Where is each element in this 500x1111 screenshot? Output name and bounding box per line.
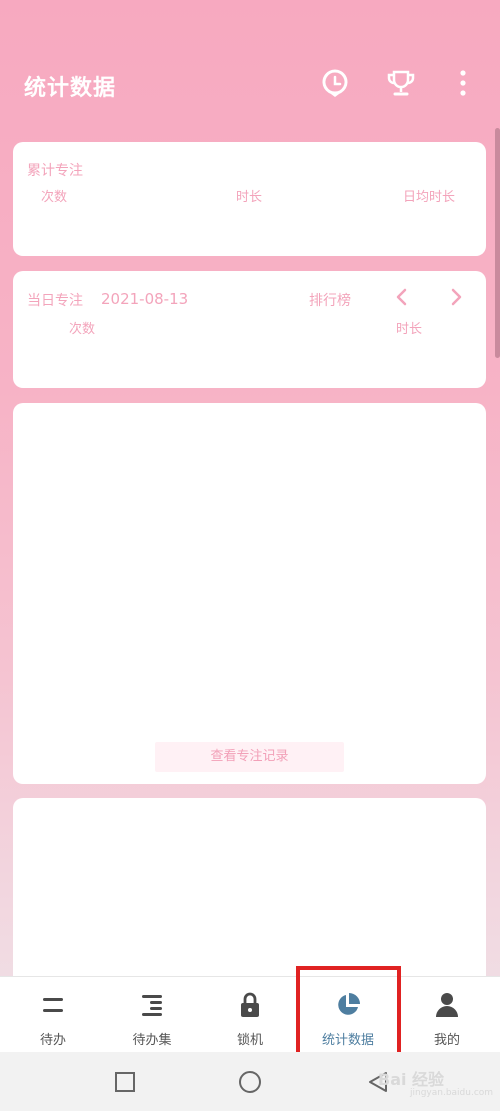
nav-label: 锁机	[236, 1033, 263, 1048]
chevron-left-icon[interactable]	[392, 287, 412, 307]
todo-set-icon	[138, 991, 166, 1019]
more-vertical-icon[interactable]	[446, 66, 480, 100]
daily-duration-label: 时长	[396, 322, 423, 337]
alarm-clock-icon[interactable]	[318, 66, 352, 100]
nav-label: 我的	[433, 1033, 460, 1048]
focus-chart-card: 查看专注记录	[13, 403, 486, 784]
ranking-link[interactable]: 排行榜	[309, 290, 351, 310]
nav-item-todo[interactable]: 待办	[3, 977, 103, 1053]
daily-date: 2021-08-13	[101, 290, 189, 308]
count-label: 次数	[41, 190, 68, 205]
daily-count-label: 次数	[69, 322, 96, 337]
page-title: 统计数据	[24, 76, 117, 101]
view-focus-records-button[interactable]: 查看专注记录	[155, 742, 344, 772]
app-bar: 统计数据	[0, 50, 500, 120]
home-circle-icon[interactable]	[237, 1070, 261, 1094]
daily-average-label: 日均时长	[403, 190, 456, 205]
recents-square-icon[interactable]	[113, 1070, 137, 1094]
daily-title: 当日专注	[27, 293, 83, 309]
bottom-navigation: 待办 待办集 锁机 统计数据 我的	[0, 976, 500, 1053]
todo-icon	[39, 991, 67, 1019]
person-icon	[433, 991, 461, 1019]
nav-item-profile[interactable]: 我的	[397, 977, 497, 1053]
nav-item-todo-set[interactable]: 待办集	[102, 977, 202, 1053]
chevron-right-icon[interactable]	[446, 287, 466, 307]
annotation-highlight-box	[296, 966, 401, 1066]
system-navigation-bar: Bai 经验 jingyan.baidu.com	[0, 1052, 500, 1111]
trophy-icon[interactable]	[384, 66, 418, 100]
status-bar	[0, 0, 500, 50]
lock-icon	[236, 991, 264, 1019]
nav-label: 待办	[39, 1033, 66, 1048]
cumulative-focus-card: 累计专注 次数 时长 日均时长	[13, 142, 486, 256]
nav-item-lock[interactable]: 锁机	[200, 977, 300, 1053]
cumulative-title: 累计专注	[27, 163, 83, 179]
watermark-url: jingyan.baidu.com	[410, 1088, 494, 1098]
watermark-text: Bai 经验	[378, 1070, 445, 1089]
secondary-card	[13, 798, 486, 988]
duration-label: 时长	[236, 190, 263, 205]
daily-focus-card: 当日专注 2021-08-13 排行榜 次数 时长	[13, 271, 486, 388]
nav-label: 待办集	[132, 1033, 172, 1048]
scrollbar[interactable]	[495, 128, 500, 358]
